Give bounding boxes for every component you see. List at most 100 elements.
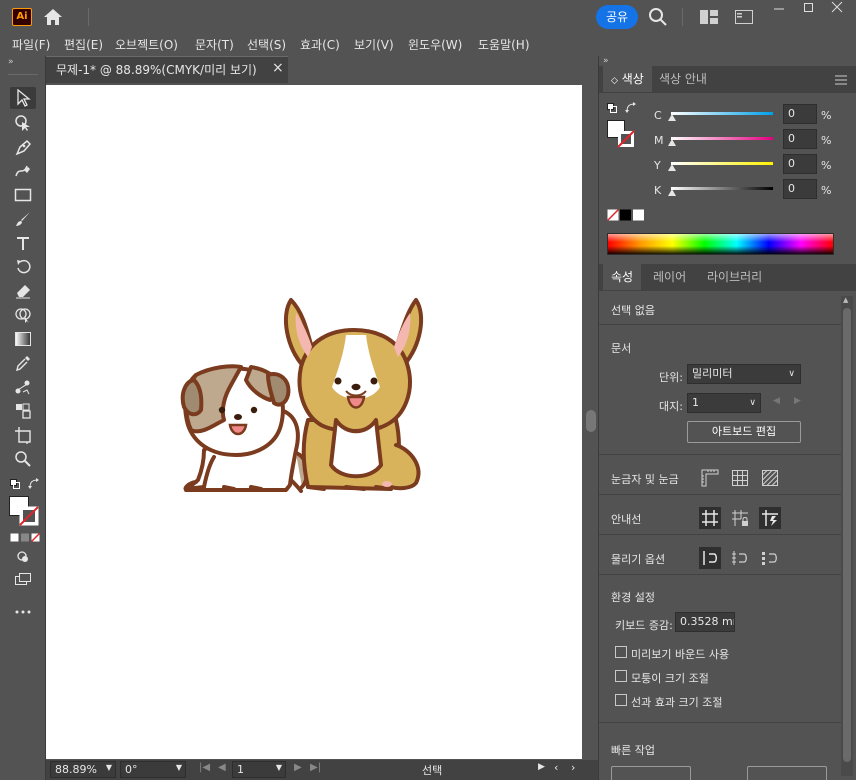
- menu-object[interactable]: 오브젝트(O): [115, 36, 178, 53]
- menu-window[interactable]: 윈도우(W): [408, 36, 462, 53]
- screen-mode-icon[interactable]: [10, 568, 36, 590]
- channel-y-slider[interactable]: [671, 162, 773, 165]
- stroke-swatch[interactable]: [19, 506, 39, 526]
- keyboard-increment-input[interactable]: 0.3528 mm: [675, 612, 735, 632]
- canvas-area[interactable]: [46, 83, 598, 760]
- close-tab-icon[interactable]: ×: [272, 60, 284, 76]
- channel-m-slider[interactable]: [671, 137, 773, 140]
- slider-thumb-icon[interactable]: [668, 114, 676, 121]
- transparency-grid-icon[interactable]: [759, 467, 781, 489]
- grid-icon[interactable]: [729, 467, 751, 489]
- menu-select[interactable]: 선택(S): [247, 36, 286, 53]
- live-paint-bucket-icon[interactable]: [10, 400, 36, 422]
- home-icon[interactable]: [42, 8, 64, 26]
- vertical-scrollbar[interactable]: [584, 83, 598, 760]
- collapse-toolbar-icon[interactable]: »: [8, 58, 20, 67]
- previous-artboard-icon[interactable]: ◀: [773, 396, 780, 406]
- more-tools-icon[interactable]: [10, 601, 36, 623]
- workspace-icon[interactable]: [735, 10, 753, 24]
- tab-layers[interactable]: 레이어: [645, 264, 694, 290]
- direct-selection-tool-icon[interactable]: [10, 112, 36, 134]
- menu-view[interactable]: 보기(V): [354, 36, 394, 53]
- type-tool-icon[interactable]: [10, 232, 36, 254]
- show-guides-icon[interactable]: [699, 507, 721, 529]
- properties-scrollbar[interactable]: ▲: [841, 296, 853, 776]
- rectangle-tool-icon[interactable]: [10, 184, 36, 206]
- artboard-navigation-field[interactable]: 1 ▼: [232, 761, 286, 778]
- quick-action-button-1[interactable]: [611, 766, 691, 780]
- gradient-tool-icon[interactable]: [10, 328, 36, 350]
- chevron-down-icon[interactable]: ▼: [106, 763, 112, 772]
- slider-thumb-icon[interactable]: [668, 164, 676, 171]
- zoom-tool-icon[interactable]: [10, 448, 36, 470]
- paintbrush-tool-icon[interactable]: [10, 208, 36, 230]
- panel-menu-icon[interactable]: [835, 74, 847, 85]
- next-artboard-icon[interactable]: ▶: [794, 396, 801, 406]
- search-icon[interactable]: [648, 7, 668, 27]
- draw-mode-icon[interactable]: [10, 546, 36, 568]
- first-artboard-icon[interactable]: |◀: [199, 762, 210, 773]
- tab-color[interactable]: ◇ 색상: [603, 66, 652, 92]
- next-artboard-icon[interactable]: ▶: [294, 762, 302, 773]
- scroll-left-icon[interactable]: ‹: [554, 761, 558, 774]
- slider-thumb-icon[interactable]: [668, 139, 676, 146]
- channel-k-input[interactable]: 0: [783, 179, 817, 199]
- channel-c-input[interactable]: 0: [783, 104, 817, 124]
- channel-m-input[interactable]: 0: [783, 129, 817, 149]
- units-dropdown[interactable]: 밀리미터 ∨: [687, 364, 801, 384]
- swap-fill-stroke-icon[interactable]: [28, 478, 40, 490]
- artboard-dropdown[interactable]: 1 ∨: [687, 393, 761, 413]
- close-window-button[interactable]: [822, 0, 852, 20]
- preview-bounds-checkbox[interactable]: [615, 646, 627, 658]
- properties-scroll-thumb[interactable]: [843, 308, 851, 762]
- edit-artboards-button[interactable]: 아트보드 편집: [687, 421, 801, 443]
- default-fill-stroke-icon[interactable]: [10, 478, 20, 489]
- blend-tool-icon[interactable]: [10, 376, 36, 398]
- menu-edit[interactable]: 편집(E): [64, 36, 103, 53]
- color-swap-icon[interactable]: [625, 102, 637, 114]
- rotation-field[interactable]: 0° ▼: [120, 761, 186, 778]
- shape-builder-tool-icon[interactable]: [10, 304, 36, 326]
- rotate-tool-icon[interactable]: [10, 256, 36, 278]
- snap-to-point-icon[interactable]: [699, 547, 721, 569]
- maximize-button[interactable]: [794, 0, 824, 20]
- collapse-panels-icon[interactable]: »: [603, 56, 609, 66]
- color-spectrum-bar[interactable]: [607, 233, 834, 255]
- quick-action-button-2[interactable]: [747, 766, 827, 780]
- lock-guides-icon[interactable]: [729, 507, 751, 529]
- scale-corners-checkbox[interactable]: [615, 670, 627, 682]
- zoom-field[interactable]: 88.89% ▼: [50, 761, 116, 778]
- last-artboard-icon[interactable]: ▶|: [310, 762, 321, 773]
- selection-tool-icon[interactable]: [10, 87, 36, 109]
- color-mode-buttons[interactable]: [10, 532, 41, 543]
- snap-to-pixel-icon[interactable]: [759, 547, 781, 569]
- menu-type[interactable]: 문자(T): [195, 36, 234, 53]
- channel-k-slider[interactable]: [671, 187, 773, 190]
- scroll-right-icon[interactable]: ›: [571, 761, 575, 774]
- tab-color-guide[interactable]: 색상 안내: [651, 66, 715, 92]
- tab-properties[interactable]: 속성: [603, 264, 642, 290]
- scroll-thumb[interactable]: [586, 410, 596, 432]
- share-button[interactable]: 공유: [596, 5, 638, 29]
- color-default-icon[interactable]: [607, 102, 617, 113]
- channel-y-input[interactable]: 0: [783, 154, 817, 174]
- scroll-up-icon[interactable]: ▲: [843, 296, 848, 304]
- minimize-button[interactable]: [764, 0, 794, 20]
- curvature-tool-icon[interactable]: [10, 160, 36, 182]
- eraser-tool-icon[interactable]: [10, 280, 36, 302]
- menu-file[interactable]: 파일(F): [12, 36, 50, 53]
- chevron-down-icon[interactable]: ▼: [276, 763, 282, 772]
- status-menu-arrow-icon[interactable]: ▶: [538, 762, 545, 772]
- color-stroke-swatch[interactable]: [617, 130, 635, 148]
- snap-to-grid-icon[interactable]: [729, 547, 751, 569]
- tab-libraries[interactable]: 라이브러리: [699, 264, 770, 290]
- artboard-tool-icon[interactable]: [10, 424, 36, 446]
- pen-tool-icon[interactable]: [10, 136, 36, 158]
- smart-guides-icon[interactable]: [759, 507, 781, 529]
- menu-help[interactable]: 도움말(H): [478, 36, 530, 53]
- none-white-black-swatches[interactable]: [606, 208, 647, 222]
- document-tab[interactable]: 무제-1* @ 88.89%(CMYK/미리 보기) ×: [46, 56, 288, 83]
- chevron-down-icon[interactable]: ▼: [176, 763, 182, 772]
- slider-thumb-icon[interactable]: [668, 189, 676, 196]
- channel-c-slider[interactable]: [671, 112, 773, 115]
